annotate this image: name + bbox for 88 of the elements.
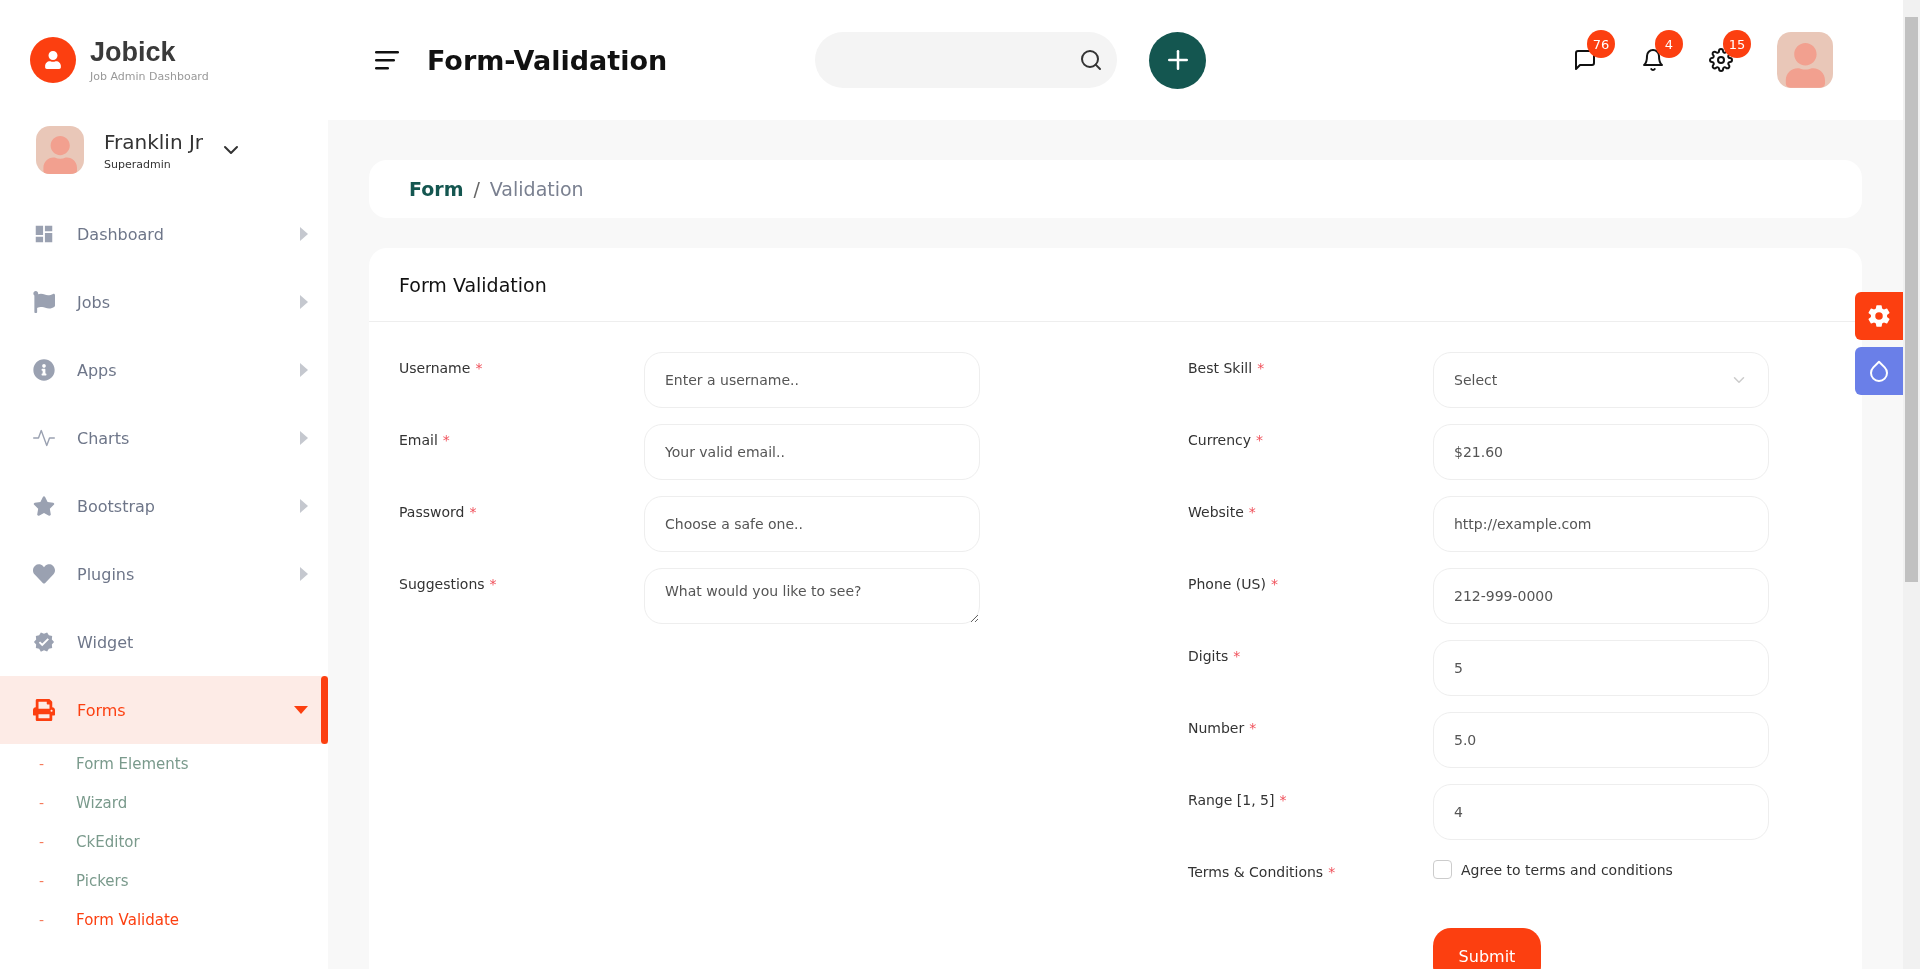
required-mark: * bbox=[469, 504, 477, 520]
scrollbar[interactable] bbox=[1903, 0, 1920, 969]
brand-tagline: Job Admin Dashboard bbox=[90, 70, 209, 83]
required-mark: * bbox=[1248, 504, 1256, 520]
required-mark: * bbox=[1249, 720, 1257, 736]
card-title: Form Validation bbox=[399, 273, 547, 296]
settings-icon[interactable] bbox=[1709, 48, 1733, 72]
field-label: Terms & Conditions bbox=[1188, 864, 1324, 880]
submenu-link[interactable]: Form Validate bbox=[76, 910, 180, 929]
nav-item[interactable]: Dashboard bbox=[0, 200, 328, 268]
printer-icon bbox=[33, 699, 55, 721]
field-label: Range [1, 5] bbox=[1188, 792, 1275, 808]
badge-check-icon bbox=[33, 631, 55, 653]
checkbox-label[interactable]: Agree to terms and conditions bbox=[1433, 856, 1673, 879]
required-mark: * bbox=[442, 432, 450, 448]
search-icon[interactable] bbox=[1079, 48, 1103, 72]
submit-button[interactable]: Submit bbox=[1433, 928, 1541, 969]
text-input[interactable]: http://example.com bbox=[1433, 496, 1769, 552]
dash-mark: - bbox=[39, 755, 45, 772]
nav-item[interactable]: Forms bbox=[0, 676, 328, 744]
required-mark: * bbox=[1328, 864, 1336, 880]
active-indicator bbox=[321, 676, 328, 744]
grid-icon bbox=[33, 223, 55, 245]
logo-icon bbox=[30, 37, 76, 83]
field-label: Email bbox=[399, 432, 438, 448]
text-input[interactable]: 4 bbox=[1433, 784, 1769, 840]
nav-item[interactable]: Plugins bbox=[0, 540, 328, 608]
count-badge: 76 bbox=[1587, 30, 1615, 58]
heart-icon bbox=[33, 563, 55, 585]
field-label: Number bbox=[1188, 720, 1245, 736]
gear-icon bbox=[1867, 304, 1891, 328]
required-mark: * bbox=[489, 576, 497, 592]
user-name: Franklin Jr bbox=[104, 129, 204, 154]
text-input[interactable]: Your valid email.. bbox=[644, 424, 980, 480]
nav-item[interactable]: Bootstrap bbox=[0, 472, 328, 540]
page-title: Form-Validation bbox=[427, 44, 669, 76]
field-label: Website bbox=[1188, 504, 1244, 520]
field-label: Currency bbox=[1188, 432, 1252, 448]
textarea-field[interactable]: What would you like to see? bbox=[644, 568, 980, 624]
text-input[interactable]: 5.0 bbox=[1433, 712, 1769, 768]
submenu-link[interactable]: Pickers bbox=[76, 871, 129, 890]
text-input[interactable]: $21.60 bbox=[1433, 424, 1769, 480]
user-role: Superadmin bbox=[104, 157, 172, 171]
nav-item[interactable]: Charts bbox=[0, 404, 328, 472]
field-label: Digits bbox=[1188, 648, 1229, 664]
chat-icon[interactable] bbox=[1573, 48, 1597, 72]
add-button[interactable] bbox=[1149, 31, 1206, 89]
submenu-link[interactable]: Wizard bbox=[76, 793, 128, 812]
required-mark: * bbox=[1257, 360, 1265, 376]
bell-icon[interactable] bbox=[1641, 48, 1665, 72]
info-icon bbox=[33, 359, 55, 381]
nav-item[interactable]: Apps bbox=[0, 336, 328, 404]
droplet-button[interactable] bbox=[1855, 347, 1903, 395]
dash-mark: - bbox=[39, 911, 45, 928]
dash-mark: - bbox=[39, 833, 45, 850]
required-mark: * bbox=[1233, 648, 1241, 664]
dash-mark: - bbox=[39, 872, 45, 889]
text-input[interactable]: Enter a username.. bbox=[644, 352, 980, 408]
brand-name: Jobick bbox=[90, 37, 177, 68]
checkbox[interactable] bbox=[1433, 860, 1452, 879]
star-icon bbox=[33, 495, 55, 517]
required-mark: * bbox=[1256, 432, 1264, 448]
field-label: Best Skill bbox=[1188, 360, 1253, 376]
pulse-icon bbox=[33, 427, 55, 449]
field-label: Suggestions bbox=[399, 576, 485, 592]
count-badge: 4 bbox=[1655, 30, 1683, 58]
breadcrumb-link[interactable]: Form bbox=[409, 178, 464, 200]
field-label: Phone (US) bbox=[1188, 576, 1266, 592]
submenu-link[interactable]: Form Elements bbox=[76, 754, 189, 773]
field-label: Password bbox=[399, 504, 465, 520]
droplet-icon bbox=[1867, 359, 1891, 383]
nav-item[interactable]: Widget bbox=[0, 608, 328, 676]
submenu-link[interactable]: CkEditor bbox=[76, 832, 140, 851]
select-field[interactable]: Select bbox=[1433, 352, 1769, 408]
required-mark: * bbox=[1270, 576, 1278, 592]
flag-icon bbox=[33, 291, 55, 313]
settings-button[interactable] bbox=[1855, 292, 1903, 340]
required-mark: * bbox=[475, 360, 483, 376]
breadcrumb-separator: / bbox=[473, 178, 480, 200]
breadcrumb-current: Validation bbox=[489, 178, 584, 200]
text-input[interactable]: Choose a safe one.. bbox=[644, 496, 980, 552]
count-badge: 15 bbox=[1723, 30, 1751, 58]
required-mark: * bbox=[1279, 792, 1287, 808]
field-label: Username bbox=[399, 360, 471, 376]
dash-mark: - bbox=[39, 794, 45, 811]
text-input[interactable]: 5 bbox=[1433, 640, 1769, 696]
nav-item[interactable]: Jobs bbox=[0, 268, 328, 336]
text-input[interactable]: 212-999-0000 bbox=[1433, 568, 1769, 624]
